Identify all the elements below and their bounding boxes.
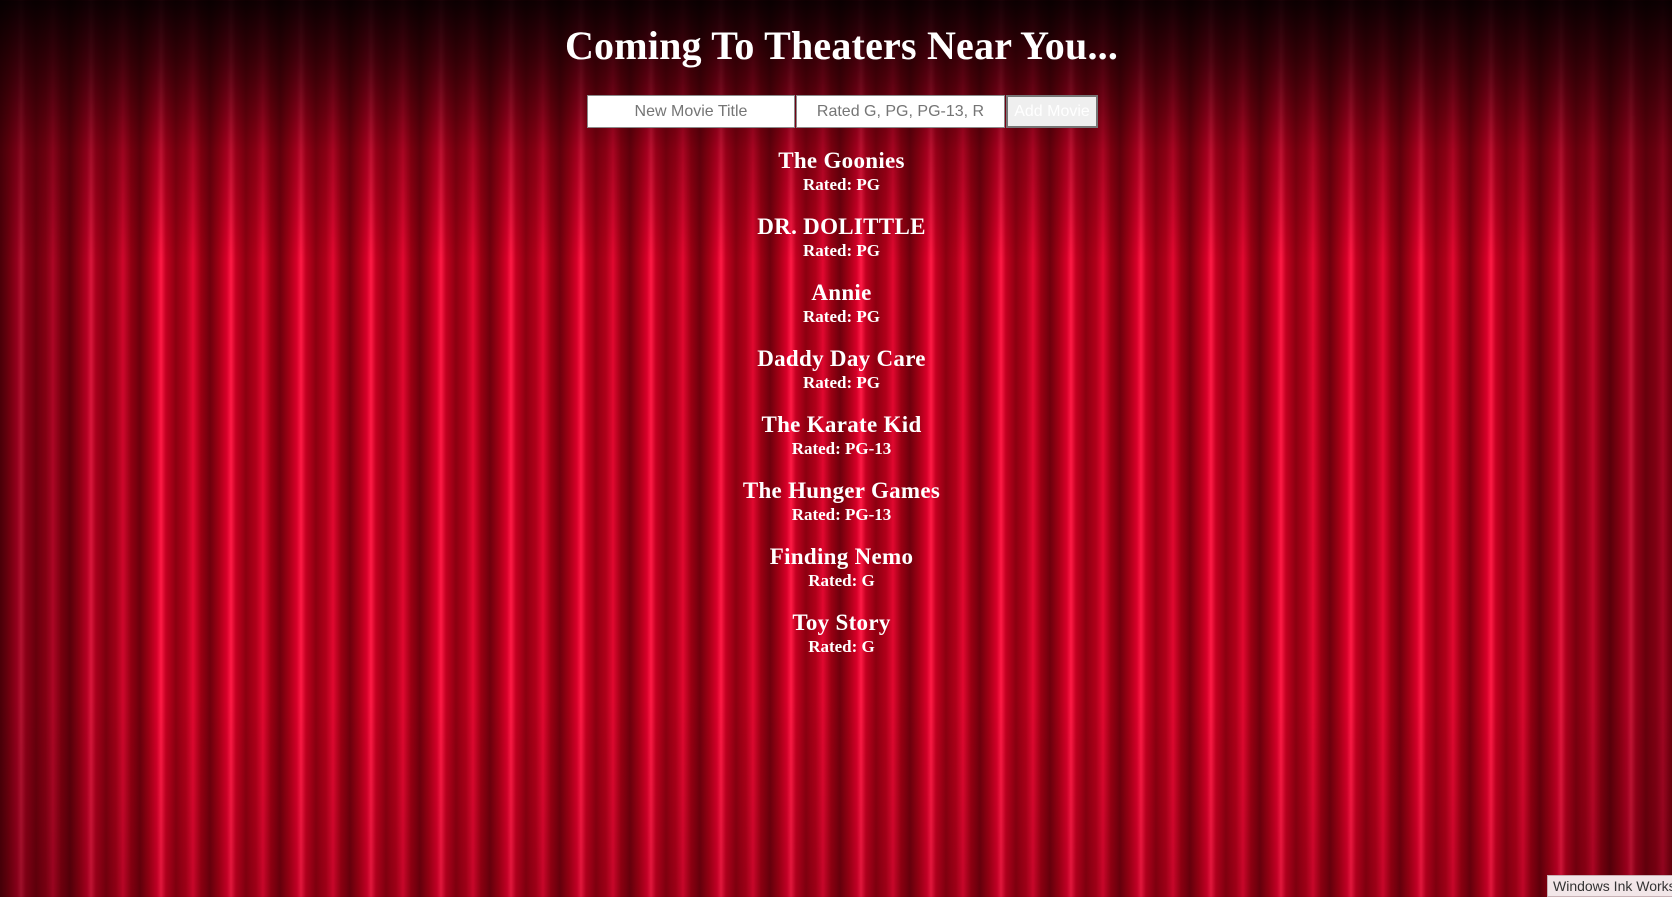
windows-ink-tooltip[interactable]: Windows Ink Workspace xyxy=(1547,875,1672,897)
movie-item: The Goonies Rated: PG xyxy=(0,146,1672,212)
movie-list: The Goonies Rated: PG DR. DOLITTLE Rated… xyxy=(0,146,1672,674)
movie-rating-input[interactable] xyxy=(796,95,1005,128)
movie-rating: Rated: PG xyxy=(803,175,880,194)
movie-title: The Karate Kid xyxy=(761,412,922,437)
movie-title: DR. DOLITTLE xyxy=(757,214,926,239)
add-movie-button[interactable]: Add Movie xyxy=(1006,95,1098,128)
movie-title: The Hunger Games xyxy=(742,478,941,503)
movie-rating: Rated: PG xyxy=(803,307,880,326)
movie-item: DR. DOLITTLE Rated: PG xyxy=(0,212,1672,278)
movie-rating: Rated: PG xyxy=(803,241,880,260)
movie-rating: Rated: PG-13 xyxy=(791,439,892,458)
movie-item: Daddy Day Care Rated: PG xyxy=(0,344,1672,410)
page-title: Coming To Theaters Near You... xyxy=(564,23,1119,68)
movie-item: The Hunger Games Rated: PG-13 xyxy=(0,476,1672,542)
movie-title: Daddy Day Care xyxy=(757,346,926,371)
movie-title-input[interactable] xyxy=(587,95,795,128)
movie-title: Finding Nemo xyxy=(769,544,914,569)
movie-item: Toy Story Rated: G xyxy=(0,608,1672,674)
movie-item: Annie Rated: PG xyxy=(0,278,1672,344)
movie-item: Finding Nemo Rated: G xyxy=(0,542,1672,608)
page-root: Coming To Theaters Near You... Add Movie… xyxy=(0,0,1672,897)
movie-rating: Rated: PG xyxy=(803,373,880,392)
movie-title: Annie xyxy=(811,280,872,305)
movie-rating: Rated: G xyxy=(808,571,875,590)
movie-title: The Goonies xyxy=(778,148,905,173)
add-movie-form: Add Movie xyxy=(587,95,1098,128)
movie-title: Toy Story xyxy=(792,610,891,635)
movie-rating: Rated: G xyxy=(808,637,875,656)
movie-item: The Karate Kid Rated: PG-13 xyxy=(0,410,1672,476)
movie-rating: Rated: PG-13 xyxy=(791,505,892,524)
